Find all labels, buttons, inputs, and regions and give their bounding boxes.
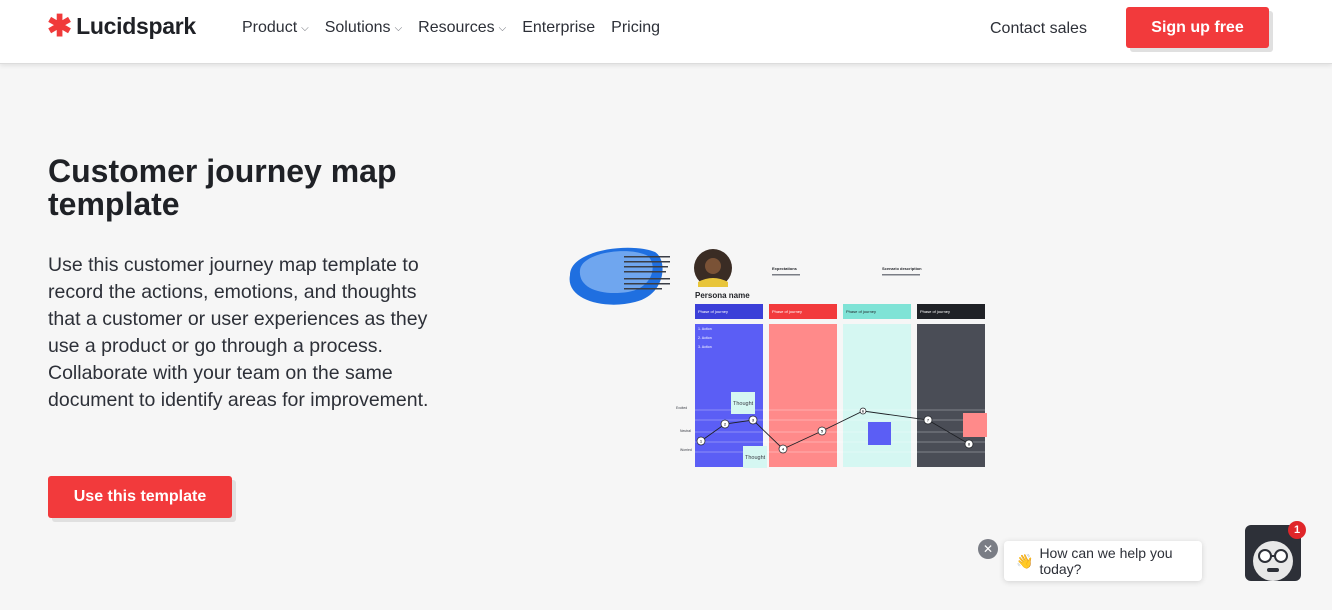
phase-column-4 (917, 324, 985, 467)
waving-hand-icon: 👋 (1016, 552, 1034, 569)
use-template-button[interactable]: Use this template (48, 476, 232, 518)
chat-greeting-bubble[interactable]: 👋 How can we help you today? (1004, 541, 1202, 581)
nav-item-solutions[interactable]: Solutions ⌵ (325, 19, 402, 37)
hero-description: Use this customer journey map template t… (48, 254, 429, 411)
chevron-down-icon: ⌵ (498, 22, 507, 34)
journey-map-illustration: Persona name Expectations Scenario descr… (569, 247, 987, 468)
nav-item-resources[interactable]: Resources ⌵ (418, 19, 506, 37)
journey-point-label-1: 1 (700, 439, 702, 443)
phase-column-3 (843, 324, 911, 467)
top-navigation: ✱ Lucidspark Product ⌵ Solutions ⌵ Resou… (0, 0, 1332, 64)
nav-item-label: Resources (418, 19, 495, 36)
notification-badge: 1 (1288, 521, 1306, 539)
chat-message: How can we help you today? (1039, 545, 1173, 577)
page-title: Customer journey map template (48, 153, 397, 222)
journey-point-label-3: 3 (752, 418, 754, 422)
nav-item-label: Enterprise (522, 19, 596, 36)
phase-label-3: Phase of journey (846, 309, 876, 314)
journey-point-label-7: 7 (927, 418, 929, 422)
phase-label-2: Phase of journey (772, 309, 802, 314)
journey-point-label-6: 6 (862, 409, 864, 413)
chevron-down-icon: ⌵ (394, 22, 403, 34)
square-note-coral (963, 413, 987, 437)
phase-label-1: Phase of journey (698, 309, 728, 314)
scenario-label: Scenario description (882, 266, 922, 271)
journey-point-label-8: 8 (968, 442, 970, 446)
journey-point-label-2: 2 (724, 422, 726, 426)
nav-item-product[interactable]: Product ⌵ (242, 19, 309, 37)
emotion-label-worried: Worried (680, 448, 692, 452)
close-icon[interactable]: ✕ (978, 539, 998, 559)
template-preview[interactable]: Persona name Expectations Scenario descr… (560, 240, 1000, 475)
nav-item-enterprise[interactable]: Enterprise (522, 19, 595, 37)
thought-label-2: Thought (745, 455, 766, 461)
action-1: 1. Action (698, 327, 712, 331)
journey-point-label-5: 5 (821, 429, 823, 433)
persona-face (705, 258, 721, 274)
expectations-label: Expectations (772, 266, 798, 271)
contact-sales-link[interactable]: Contact sales (990, 20, 1087, 38)
action-3: 3. Action (698, 345, 712, 349)
nav-item-label: Solutions (324, 19, 391, 36)
nav-item-label: Product (242, 19, 298, 36)
thought-label-1: Thought (733, 401, 754, 407)
nav-item-pricing[interactable]: Pricing (611, 19, 660, 37)
lucidspark-logo[interactable]: ✱ Lucidspark (47, 9, 196, 43)
emotion-label-excited: Excited (676, 406, 687, 410)
main-menu: Product ⌵ Solutions ⌵ Resources ⌵ Enterp… (242, 19, 660, 37)
square-note-blue (868, 422, 891, 445)
nav-item-label: Pricing (611, 19, 661, 36)
persona-name: Persona name (695, 291, 750, 300)
sign-up-button[interactable]: Sign up free (1126, 7, 1269, 48)
action-2: 2. Action (698, 336, 712, 340)
lucid-asterisk-icon: ✱ (47, 9, 73, 43)
logo-text: Lucidspark (76, 13, 196, 39)
emotion-label-neutral: Neutral (680, 429, 691, 433)
phase-label-4: Phase of journey (920, 309, 950, 314)
chevron-down-icon: ⌵ (301, 22, 309, 34)
journey-point-label-4: 4 (782, 447, 784, 451)
